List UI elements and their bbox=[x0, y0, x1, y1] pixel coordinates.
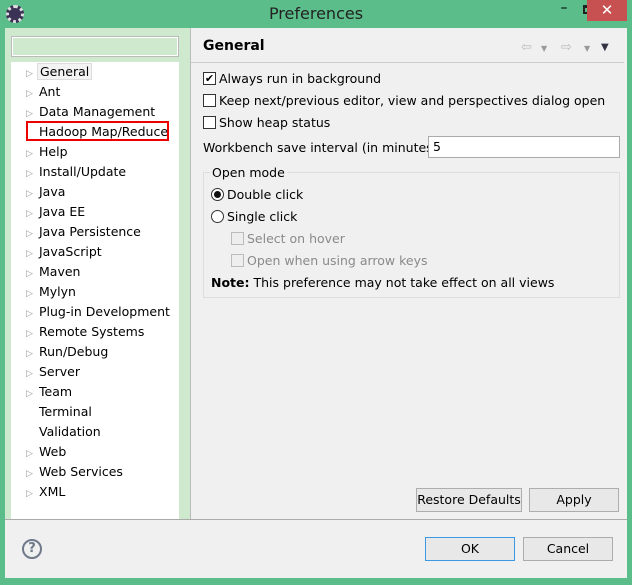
tree-item-label: Team bbox=[39, 384, 73, 399]
tree-item-label: Validation bbox=[39, 424, 101, 439]
expand-arrow-icon[interactable]: ▷ bbox=[26, 185, 37, 203]
filter-input[interactable] bbox=[11, 36, 179, 57]
note-bold: Note: bbox=[211, 275, 250, 290]
always-run-checkbox[interactable]: ✔ bbox=[203, 72, 216, 85]
expand-arrow-icon[interactable]: ▷ bbox=[26, 325, 37, 343]
heap-status-checkbox[interactable] bbox=[203, 116, 216, 129]
tree-item[interactable]: ▷ Help bbox=[26, 143, 70, 161]
expand-arrow-icon[interactable]: ▷ bbox=[26, 285, 37, 303]
tree-item-label: Mylyn bbox=[39, 284, 76, 299]
tree-item[interactable]: ▷ Remote Systems bbox=[26, 323, 146, 341]
always-run-label: Always run in background bbox=[219, 71, 382, 86]
tree-item[interactable]: ▷ Mylyn bbox=[26, 283, 78, 301]
expand-arrow-icon[interactable]: ▷ bbox=[26, 165, 37, 183]
window-title: Preferences bbox=[268, 4, 364, 23]
tree-item-label: Web Services bbox=[39, 464, 123, 479]
tree-item-label: Remote Systems bbox=[39, 324, 145, 339]
tree-item-label: XML bbox=[39, 484, 66, 499]
expand-arrow-icon[interactable]: ▷ bbox=[26, 485, 37, 503]
arrow-keys-label: Open when using arrow keys bbox=[247, 253, 428, 268]
tree-item[interactable]: ▷ Install/Update bbox=[26, 163, 128, 181]
expand-arrow-icon[interactable]: ▷ bbox=[26, 305, 37, 323]
expand-arrow-icon[interactable]: ▷ bbox=[26, 385, 37, 403]
expand-arrow-icon[interactable]: ▷ bbox=[26, 145, 37, 163]
tree-item[interactable]: ▷ Server bbox=[26, 363, 82, 381]
cancel-button[interactable]: Cancel bbox=[523, 537, 613, 561]
title-bar[interactable]: Preferences – ✕ bbox=[0, 0, 632, 28]
restore-defaults-button[interactable]: Restore Defaults bbox=[416, 488, 522, 512]
tree-item-label: Java EE bbox=[39, 204, 86, 219]
tree-item-label: Java Persistence bbox=[39, 224, 141, 239]
expand-arrow-icon[interactable]: ▷ bbox=[26, 445, 37, 463]
expand-arrow-icon[interactable]: ▷ bbox=[26, 345, 37, 363]
note-body: This preference may not take effect on a… bbox=[249, 275, 555, 290]
minimize-button[interactable]: – bbox=[553, 0, 575, 20]
tree-item-label: Server bbox=[39, 364, 80, 379]
tree-item[interactable]: ▷ Web Services bbox=[26, 463, 125, 481]
forward-icon[interactable]: ⇨ bbox=[561, 40, 572, 55]
tree-item-label: Java bbox=[39, 184, 66, 199]
help-icon[interactable]: ? bbox=[22, 539, 42, 559]
tree-item[interactable]: ▷ Java Persistence bbox=[26, 223, 143, 241]
tree-item[interactable]: ▷ Maven bbox=[26, 263, 82, 281]
tree-item[interactable]: ▷ Ant bbox=[26, 83, 62, 101]
apply-button[interactable]: Apply bbox=[529, 488, 619, 512]
tree-item-label: JavaScript bbox=[39, 244, 102, 259]
single-click-label: Single click bbox=[227, 209, 298, 224]
tree-item-label: Install/Update bbox=[39, 164, 127, 179]
single-click-radio[interactable] bbox=[211, 210, 224, 223]
highlight-box bbox=[26, 121, 169, 141]
expand-arrow-icon[interactable]: ▷ bbox=[26, 65, 37, 83]
tree-item-label: Plug-in Development bbox=[39, 304, 170, 319]
page-title: General bbox=[203, 38, 265, 54]
tree-item[interactable]: ▷ Run/Debug bbox=[26, 343, 110, 361]
tree-item[interactable]: ▷ Team bbox=[26, 383, 74, 401]
double-click-label: Double click bbox=[227, 187, 304, 202]
expand-arrow-icon[interactable]: ▷ bbox=[26, 225, 37, 243]
save-interval-label: Workbench save interval (in minutes): bbox=[203, 140, 442, 155]
back-icon[interactable]: ⇦ bbox=[521, 40, 532, 55]
tree-item[interactable]: Validation bbox=[26, 423, 103, 441]
tree-item[interactable]: ▷ Data Management bbox=[26, 103, 157, 121]
keep-next-label: Keep next/previous editor, view and pers… bbox=[219, 93, 606, 108]
tree-item-label: Data Management bbox=[39, 104, 156, 119]
double-click-radio[interactable] bbox=[211, 188, 224, 201]
tree-item[interactable]: ▷ Java EE bbox=[26, 203, 87, 221]
tree-item[interactable]: ▷ Plug-in Development bbox=[26, 303, 172, 321]
select-on-hover-checkbox[interactable] bbox=[231, 232, 244, 245]
save-interval-input[interactable]: 5 bbox=[428, 136, 620, 158]
tree-item[interactable]: ▷ General bbox=[26, 63, 93, 83]
expand-arrow-icon[interactable]: ▷ bbox=[26, 265, 37, 283]
tree-item[interactable]: ▷ JavaScript bbox=[26, 243, 104, 261]
tree-item-label: Ant bbox=[39, 84, 61, 99]
tree-item-label: Terminal bbox=[39, 404, 92, 419]
tree-item-label: Web bbox=[39, 444, 67, 459]
arrow-keys-checkbox[interactable] bbox=[231, 254, 244, 267]
heap-status-label: Show heap status bbox=[219, 115, 331, 130]
tree-item[interactable]: ▷ Java bbox=[26, 183, 67, 201]
back-menu-icon[interactable]: ▼ bbox=[541, 44, 547, 53]
ok-button[interactable]: OK bbox=[425, 537, 515, 561]
note-text: Note: This preference may not take effec… bbox=[211, 275, 554, 290]
keep-next-checkbox[interactable] bbox=[203, 94, 216, 107]
tree-item-label: Help bbox=[39, 144, 68, 159]
forward-menu-icon[interactable]: ▼ bbox=[584, 44, 590, 53]
footer-divider bbox=[5, 519, 627, 520]
view-menu-icon[interactable]: ▼ bbox=[601, 42, 609, 53]
expand-arrow-icon[interactable]: ▷ bbox=[26, 465, 37, 483]
tree-item-label: Maven bbox=[39, 264, 81, 279]
expand-arrow-icon[interactable]: ▷ bbox=[26, 85, 37, 103]
tree-item[interactable]: ▷ Web bbox=[26, 443, 68, 461]
tree-item[interactable]: ▷ XML bbox=[26, 483, 67, 501]
tree-item-label: Run/Debug bbox=[39, 344, 109, 359]
close-button[interactable]: ✕ bbox=[587, 0, 627, 21]
expand-arrow-icon[interactable]: ▷ bbox=[26, 245, 37, 263]
open-mode-label: Open mode bbox=[210, 165, 287, 180]
tree-item-label: General bbox=[37, 63, 93, 80]
select-on-hover-label: Select on hover bbox=[247, 231, 345, 246]
expand-arrow-icon[interactable]: ▷ bbox=[26, 365, 37, 383]
tree-item[interactable]: Terminal bbox=[26, 403, 94, 421]
expand-arrow-icon[interactable]: ▷ bbox=[26, 205, 37, 223]
